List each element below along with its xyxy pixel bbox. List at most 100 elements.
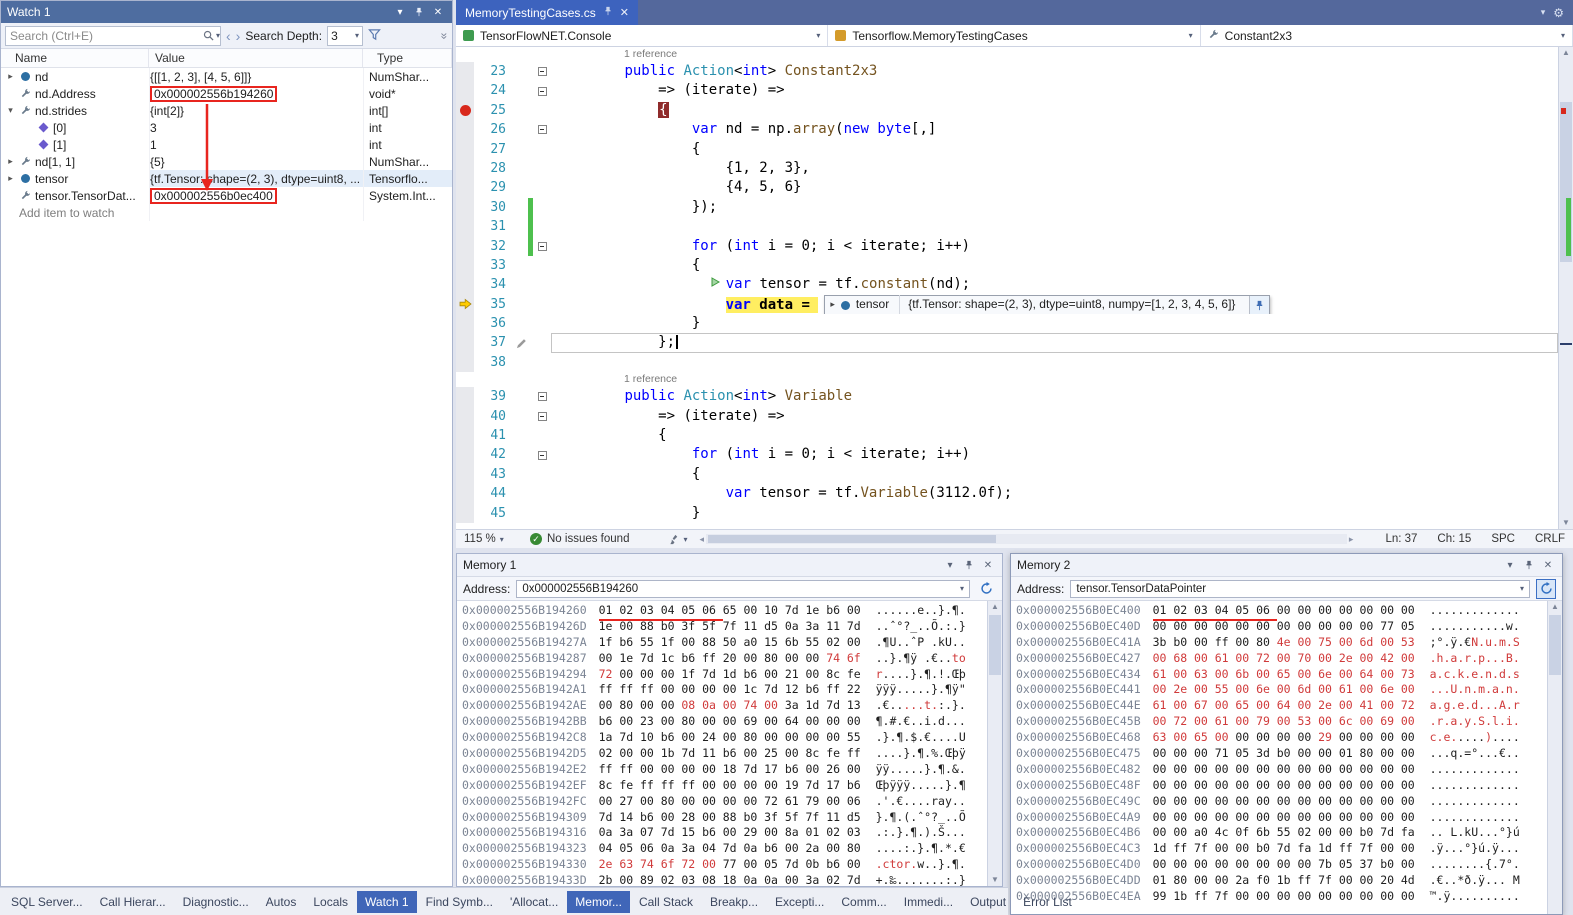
code-text[interactable]: [551, 353, 1558, 372]
breakpoint-margin[interactable]: [456, 256, 474, 275]
code-text[interactable]: public Action<int> Constant2x3: [551, 62, 1558, 81]
code-text[interactable]: {: [551, 101, 1558, 120]
zoom-select[interactable]: 115 % ▾: [464, 533, 516, 545]
breakpoint-margin[interactable]: [456, 353, 474, 372]
filter-icon[interactable]: [368, 28, 381, 44]
search-depth-select[interactable]: 3 ▾: [327, 26, 363, 46]
scrollbar-thumb[interactable]: [1549, 615, 1561, 675]
memory-row[interactable]: 0x000002556B194294720000001f7d1db6002100…: [457, 667, 1002, 683]
code-text[interactable]: var tensor = tf.constant(nd);: [551, 275, 1558, 294]
memory-row[interactable]: 0x000002556B0EC49C0000000000000000000000…: [1011, 794, 1562, 810]
fold-toggle[interactable]: [538, 392, 547, 401]
memory-row[interactable]: 0x000002556B0EC4D000000000000000007b0537…: [1011, 857, 1562, 873]
breakpoint-margin[interactable]: [456, 407, 474, 426]
breakpoint-margin[interactable]: [456, 387, 474, 406]
memory-row[interactable]: 0x000002556B1942EF8cfeffffff00000000197d…: [457, 778, 1002, 794]
datatip[interactable]: ▸tensor{tf.Tensor: shape=(2, 3), dtype=u…: [824, 295, 1270, 314]
expand-toggle-icon[interactable]: ▸: [5, 156, 16, 167]
fold-toggle[interactable]: [538, 242, 547, 251]
code-text[interactable]: [551, 217, 1558, 236]
fold-toggle[interactable]: [538, 125, 547, 134]
code-text[interactable]: {1, 2, 3},: [551, 159, 1558, 178]
breakpoint-margin[interactable]: [456, 198, 474, 217]
breakpoint-margin[interactable]: [456, 101, 474, 120]
tool-window-tab[interactable]: Breakp...: [702, 891, 766, 913]
run-to-cursor-icon[interactable]: [709, 275, 726, 294]
address-input[interactable]: 0x000002556B194260 ▾: [516, 580, 970, 598]
pin-icon[interactable]: [1521, 558, 1537, 573]
watch-row[interactable]: ▸tensor{tf.Tensor: shape=(2, 3), dtype=u…: [1, 170, 452, 187]
search-prev-icon[interactable]: ‹: [226, 29, 231, 43]
codelens-references[interactable]: 1 reference: [456, 47, 1558, 62]
chevron-down-icon[interactable]: ▾: [1502, 558, 1518, 573]
memory-row[interactable]: 0x000002556B0EC434610063006b0065006e0064…: [1011, 667, 1562, 683]
status-column[interactable]: Ch: 15: [1437, 533, 1471, 545]
code-text[interactable]: });: [551, 198, 1558, 217]
memory-row[interactable]: 0x000002556B0EC45B0072006100790053006c00…: [1011, 714, 1562, 730]
memory-row[interactable]: 0x000002556B1943230405060a3a047d0ab6002a…: [457, 841, 1002, 857]
status-line-ending[interactable]: CRLF: [1535, 533, 1565, 545]
breakpoint-margin[interactable]: [456, 445, 474, 464]
chevron-down-icon[interactable]: ▾: [1541, 7, 1546, 18]
code-text[interactable]: {: [551, 465, 1558, 484]
close-icon[interactable]: ✕: [1540, 558, 1556, 573]
close-icon[interactable]: ✕: [620, 6, 629, 19]
member-dropdown[interactable]: Constant2x3 ▾: [1201, 25, 1573, 46]
breakpoint-margin[interactable]: [456, 140, 474, 159]
memory-row[interactable]: 0x000002556B0EC4686300650000000000290000…: [1011, 730, 1562, 746]
watch-row[interactable]: [0]3int: [1, 119, 452, 136]
memory1-hex-view[interactable]: 0x000002556B1942600102030405066500107d1e…: [457, 601, 1002, 889]
memory-row[interactable]: 0x000002556B1942A1ffffff000000001c7d12b6…: [457, 682, 1002, 698]
breakpoint-margin[interactable]: [456, 81, 474, 100]
breakpoint-margin[interactable]: [456, 426, 474, 445]
watch-row[interactable]: ▸nd[1, 1]{5}NumShar...: [1, 153, 452, 170]
fold-toggle[interactable]: [538, 412, 547, 421]
refresh-icon[interactable]: [1536, 579, 1556, 599]
memory-row[interactable]: 0x000002556B1942AE00800000080a0074003a1d…: [457, 698, 1002, 714]
memory-row[interactable]: 0x000002556B0EC48F0000000000000000000000…: [1011, 778, 1562, 794]
memory-row[interactable]: 0x000002556B1943160a3a077d15b60029008a01…: [457, 825, 1002, 841]
editor-vertical-scrollbar[interactable]: ▲ ▼: [1558, 47, 1573, 529]
memory-row[interactable]: 0x000002556B1942600102030405066500107d1e…: [457, 603, 1002, 619]
breakpoint-margin[interactable]: [456, 62, 474, 81]
tool-window-tab[interactable]: Call Hierar...: [92, 891, 174, 913]
memory-row[interactable]: 0x000002556B0EC4DD018000002af01bff7f0000…: [1011, 873, 1562, 889]
chevron-down-icon[interactable]: ▾: [942, 558, 958, 573]
breakpoint-margin[interactable]: [456, 178, 474, 197]
memory-row[interactable]: 0x000002556B1943097d14b600280088b03f5f7f…: [457, 810, 1002, 826]
watch-row[interactable]: tensor.TensorDat...0x000002556b0ec400Sys…: [1, 187, 452, 204]
pin-icon[interactable]: [961, 558, 977, 573]
fold-toggle[interactable]: [538, 451, 547, 460]
memory-row[interactable]: 0x000002556B1943302e63746f72007700057d0b…: [457, 857, 1002, 873]
breakpoint-margin[interactable]: [456, 333, 474, 352]
search-input[interactable]: [6, 29, 201, 43]
tool-window-tab[interactable]: Locals: [305, 891, 356, 913]
tool-window-tab[interactable]: Find Symb...: [418, 891, 501, 913]
type-dropdown[interactable]: Tensorflow.MemoryTestingCases ▾: [828, 25, 1200, 46]
memory-row[interactable]: 0x000002556B1942C81a7d10b600240080000000…: [457, 730, 1002, 746]
project-dropdown[interactable]: TensorFlowNET.Console ▾: [456, 25, 828, 46]
close-icon[interactable]: ✕: [430, 5, 446, 20]
expand-toggle-icon[interactable]: ▸: [5, 173, 16, 184]
memory-row[interactable]: 0x000002556B1942E2ffff00000000187d17b600…: [457, 762, 1002, 778]
memory-row[interactable]: 0x000002556B0EC4C31dff7f0000b07dfa1dff7f…: [1011, 841, 1562, 857]
tool-window-tab[interactable]: Memor...: [567, 891, 630, 913]
editor-horizontal-scrollbar[interactable]: ◂ ▸: [699, 534, 1353, 545]
breakpoint-margin[interactable]: [456, 465, 474, 484]
code-text[interactable]: {: [551, 256, 1558, 275]
memory-row[interactable]: 0x000002556B0EC40D0000000000000000000000…: [1011, 619, 1562, 635]
chevron-down-icon[interactable]: ▾: [216, 31, 220, 40]
code-text[interactable]: var tensor = tf.Variable(3112.0f);: [551, 484, 1558, 503]
code-text[interactable]: var data = ▸tensor{tf.Tensor: shape=(2, …: [551, 295, 1558, 314]
fold-toggle[interactable]: [538, 67, 547, 76]
watch-row[interactable]: nd.Address0x000002556b194260void*: [1, 85, 452, 102]
refresh-icon[interactable]: [976, 579, 996, 599]
breakpoint-margin[interactable]: [456, 217, 474, 236]
tool-window-tab[interactable]: Diagnostic...: [175, 891, 257, 913]
breakpoint-icon[interactable]: [460, 105, 471, 116]
code-text[interactable]: {4, 5, 6}: [551, 178, 1558, 197]
pin-icon[interactable]: [411, 5, 427, 20]
expand-toggle-icon[interactable]: ▾: [5, 105, 16, 116]
pin-icon[interactable]: [603, 6, 613, 19]
chevron-down-icon[interactable]: ▾: [392, 5, 408, 20]
